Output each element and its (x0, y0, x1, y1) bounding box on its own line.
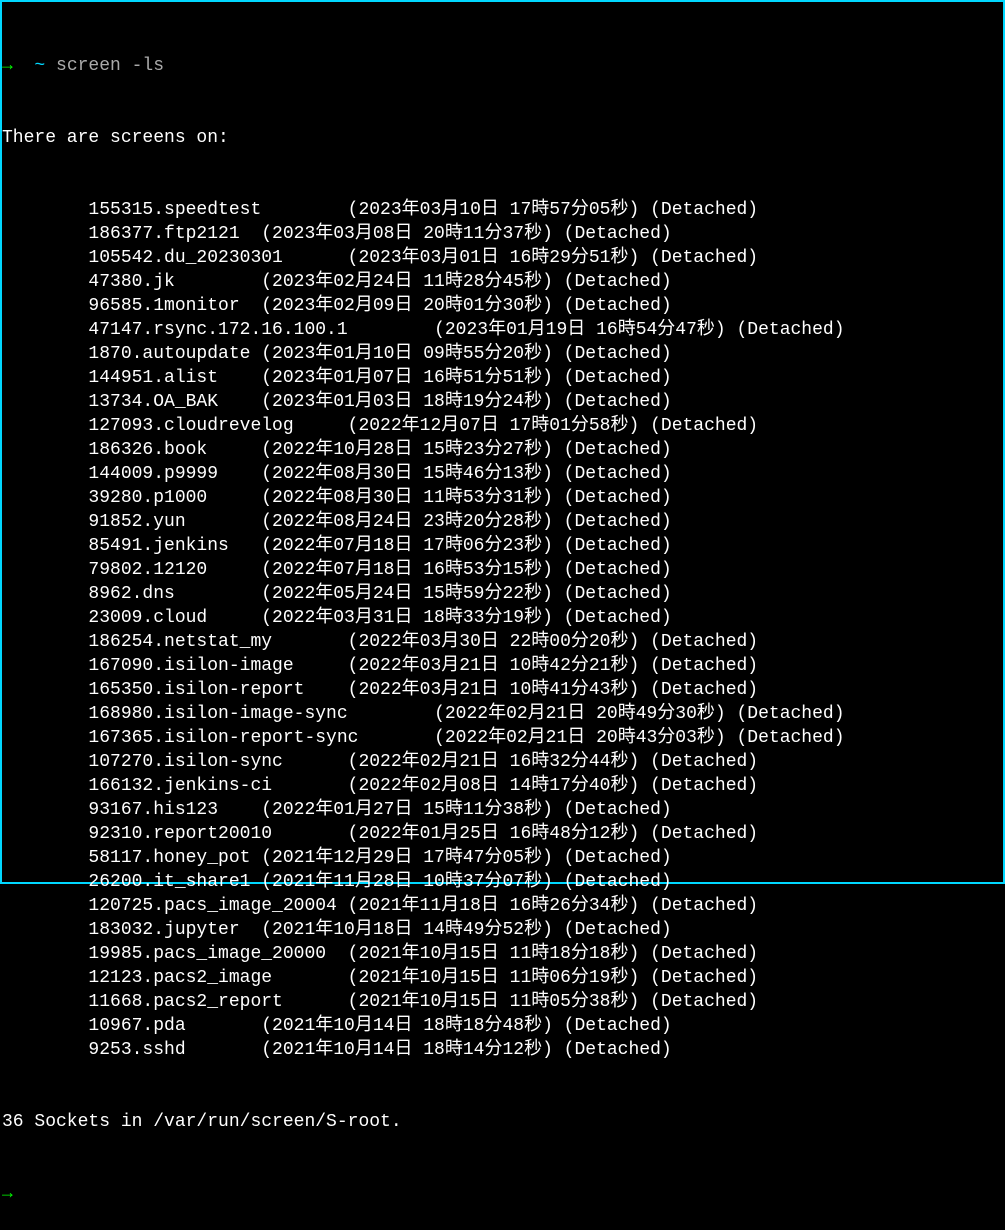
session-row: 144009.p9999 (2022年08月30日 15時46分13秒) (De… (2, 462, 1003, 486)
session-row: 39280.p1000 (2022年08月30日 11時53分31秒) (Det… (2, 486, 1003, 510)
session-row: 168980.isilon-image-sync (2022年02月21日 20… (2, 702, 1003, 726)
session-row: 166132.jenkins-ci (2022年02月08日 14時17分40秒… (2, 774, 1003, 798)
session-row: 167365.isilon-report-sync (2022年02月21日 2… (2, 726, 1003, 750)
session-row: 58117.honey_pot (2021年12月29日 17時47分05秒) … (2, 846, 1003, 870)
session-row: 13734.OA_BAK (2023年01月03日 18時19分24秒) (De… (2, 390, 1003, 414)
session-row: 105542.du_20230301 (2023年03月01日 16時29分51… (2, 246, 1003, 270)
session-row: 93167.his123 (2022年01月27日 15時11分38秒) (De… (2, 798, 1003, 822)
next-prompt: → (2, 1182, 1003, 1206)
session-row: 9253.sshd (2021年10月14日 18時14分12秒) (Detac… (2, 1038, 1003, 1062)
output-footer: 36 Sockets in /var/run/screen/S-root. (2, 1110, 1003, 1134)
session-row: 47380.jk (2023年02月24日 11時28分45秒) (Detach… (2, 270, 1003, 294)
session-row: 12123.pacs2_image (2021年10月15日 11時06分19秒… (2, 966, 1003, 990)
session-row: 107270.isilon-sync (2022年02月21日 16時32分44… (2, 750, 1003, 774)
session-row: 23009.cloud (2022年03月31日 18時33分19秒) (Det… (2, 606, 1003, 630)
session-row: 186377.ftp2121 (2023年03月08日 20時11分37秒) (… (2, 222, 1003, 246)
session-row: 92310.report20010 (2022年01月25日 16時48分12秒… (2, 822, 1003, 846)
prompt-arrow-icon: → (2, 56, 24, 76)
session-row: 144951.alist (2023年01月07日 16時51分51秒) (De… (2, 366, 1003, 390)
session-row: 127093.cloudrevelog (2022年12月07日 17時01分5… (2, 414, 1003, 438)
session-row: 96585.1monitor (2023年02月09日 20時01分30秒) (… (2, 294, 1003, 318)
prompt-arrow-icon: → (2, 1184, 13, 1204)
session-row: 91852.yun (2022年08月24日 23時20分28秒) (Detac… (2, 510, 1003, 534)
output-header: There are screens on: (2, 126, 1003, 150)
session-row: 155315.speedtest (2023年03月10日 17時57分05秒)… (2, 198, 1003, 222)
session-row: 8962.dns (2022年05月24日 15時59分22秒) (Detach… (2, 582, 1003, 606)
session-row: 47147.rsync.172.16.100.1 (2023年01月19日 16… (2, 318, 1003, 342)
session-row: 79802.12120 (2022年07月18日 16時53分15秒) (Det… (2, 558, 1003, 582)
session-row: 11668.pacs2_report (2021年10月15日 11時05分38… (2, 990, 1003, 1014)
session-row: 167090.isilon-image (2022年03月21日 10時42分2… (2, 654, 1003, 678)
session-row: 1870.autoupdate (2023年01月10日 09時55分20秒) … (2, 342, 1003, 366)
terminal-window[interactable]: → ~ screen -ls There are screens on: 155… (0, 0, 1005, 884)
session-row: 120725.pacs_image_20004 (2021年11月18日 16時… (2, 894, 1003, 918)
session-row: 183032.jupyter (2021年10月18日 14時49分52秒) (… (2, 918, 1003, 942)
session-list: 155315.speedtest (2023年03月10日 17時57分05秒)… (2, 198, 1003, 1062)
session-row: 19985.pacs_image_20000 (2021年10月15日 11時1… (2, 942, 1003, 966)
session-row: 186326.book (2022年10月28日 15時23分27秒) (Det… (2, 438, 1003, 462)
prompt-cwd: ~ (24, 56, 56, 76)
session-row: 165350.isilon-report (2022年03月21日 10時41分… (2, 678, 1003, 702)
session-row: 186254.netstat_my (2022年03月30日 22時00分20秒… (2, 630, 1003, 654)
command-text: screen -ls (56, 56, 164, 76)
session-row: 26200.it_share1 (2021年11月28日 10時37分07秒) … (2, 870, 1003, 894)
session-row: 85491.jenkins (2022年07月18日 17時06分23秒) (D… (2, 534, 1003, 558)
prompt-line: → ~ screen -ls (2, 54, 1003, 78)
session-row: 10967.pda (2021年10月14日 18時18分48秒) (Detac… (2, 1014, 1003, 1038)
